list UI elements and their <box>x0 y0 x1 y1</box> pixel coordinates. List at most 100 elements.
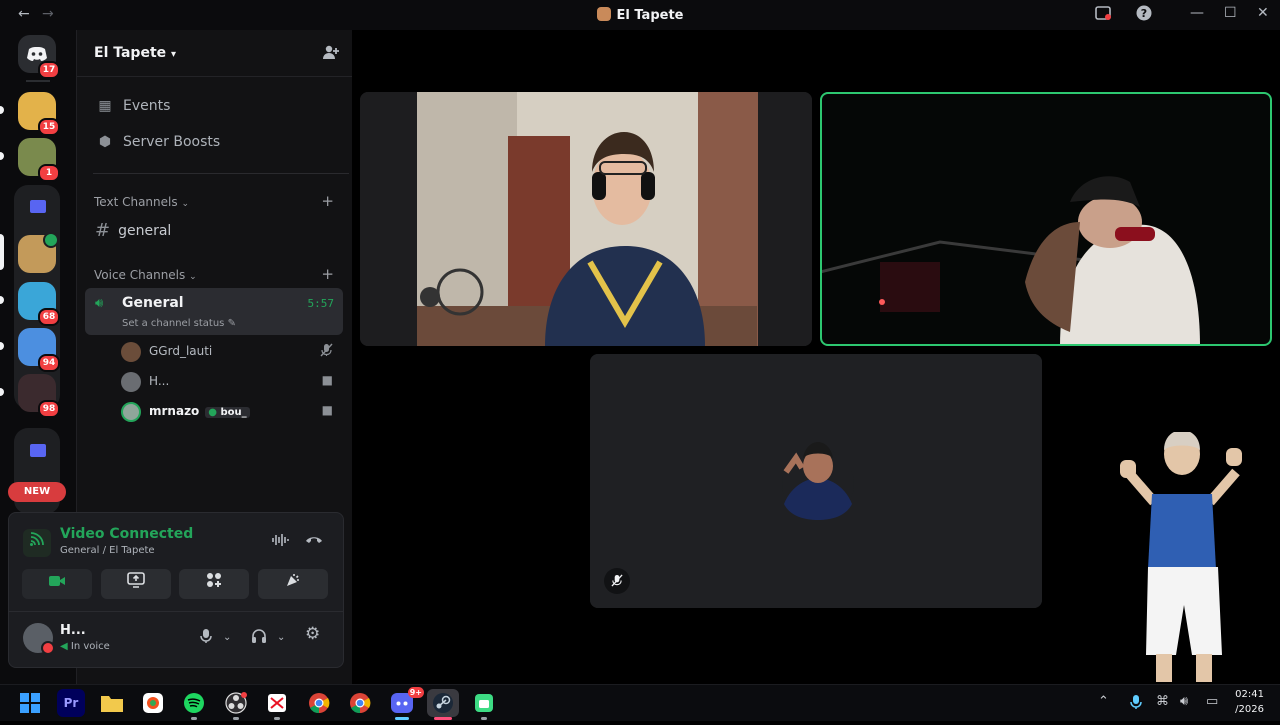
new-badge[interactable]: NEW <box>8 482 66 502</box>
avatar <box>121 342 141 362</box>
obs-app[interactable] <box>222 689 250 720</box>
dnd-status-icon <box>41 641 55 655</box>
voice-user-name: mrnazo ● bou_ <box>149 404 250 418</box>
direct-messages-button[interactable]: 17 <box>18 35 60 79</box>
microphone-icon[interactable] <box>199 628 213 648</box>
video-tile-left[interactable] <box>360 92 812 346</box>
server-4[interactable]: 68 <box>18 282 60 326</box>
activities-button[interactable] <box>179 569 249 599</box>
premiere-icon: Pr <box>63 696 79 710</box>
video-icon: ■ <box>321 373 333 387</box>
help-icon[interactable]: ? <box>1136 5 1152 25</box>
server-name-text: El Tapete <box>94 45 167 61</box>
user-status-text: In voice <box>70 641 110 652</box>
user-name[interactable]: H... <box>60 623 86 638</box>
chrome-icon <box>309 693 330 714</box>
voice-user-name-text: mrnazo <box>149 404 200 418</box>
text-category-label: Text Channels <box>94 195 178 209</box>
muted-icon <box>320 343 333 360</box>
android-app[interactable] <box>470 689 498 720</box>
server-header[interactable]: El Tapete ▾ <box>77 30 352 77</box>
maximize-button[interactable]: ☐ <box>1224 5 1237 21</box>
network-icon[interactable]: ⌘ <box>1156 694 1169 709</box>
divider <box>9 611 343 612</box>
steam-app[interactable] <box>427 689 459 720</box>
clock-time: 02:41 <box>1235 689 1264 700</box>
voice-user[interactable]: H... ■ <box>121 371 341 393</box>
system-clock[interactable]: 02:41 /2026 <box>1235 687 1264 717</box>
server-badge: 98 <box>38 400 60 418</box>
speaker-icon: ◀︎ <box>60 641 68 652</box>
obs-icon <box>225 692 247 714</box>
close-button[interactable]: ✕ <box>1257 5 1269 21</box>
dm-badge: 17 <box>38 61 60 79</box>
dancing-character-overlay <box>1120 432 1242 682</box>
volume-icon[interactable]: 🔊︎ <box>1180 694 1188 709</box>
camera-button[interactable] <box>22 569 92 599</box>
android-icon <box>475 694 493 712</box>
voice-category-label: Voice Channels <box>94 268 186 282</box>
events-item[interactable]: ▦ Events <box>95 98 170 114</box>
server-3[interactable] <box>18 232 59 273</box>
server-badge: 94 <box>38 354 60 372</box>
server-2[interactable]: 1 <box>18 138 60 182</box>
connection-location[interactable]: General / El Tapete <box>60 545 155 556</box>
speaker-icon: 🔊︎ <box>95 296 104 311</box>
inbox-icon[interactable] <box>1095 5 1111 25</box>
chevron-up-icon[interactable]: ⌃ <box>1098 694 1109 709</box>
server-5[interactable]: 94 <box>18 328 60 372</box>
chrome-icon <box>350 693 371 714</box>
video-tile-avatar[interactable] <box>590 354 1042 608</box>
avatar-image <box>590 354 1042 608</box>
boost-icon: ⬢ <box>98 134 112 150</box>
settings-gear-icon[interactable]: ⚙︎ <box>305 624 320 644</box>
chevron-down-icon[interactable]: ⌄ <box>277 632 285 643</box>
user-avatar[interactable] <box>23 623 55 655</box>
photos-app[interactable] <box>139 689 167 717</box>
clock-date: /2026 <box>1235 704 1264 715</box>
server-badge: 15 <box>38 118 60 136</box>
discord-app[interactable]: 9+ <box>388 687 424 720</box>
battery-icon[interactable]: ▭ <box>1206 694 1218 709</box>
snipping-app[interactable] <box>263 689 291 720</box>
video-tile-right[interactable] <box>820 92 1272 346</box>
signal-icon[interactable] <box>23 529 51 557</box>
voice-user[interactable]: GGrd_lauti <box>121 341 341 363</box>
microphone-tray-icon[interactable] <box>1130 694 1142 714</box>
chrome-app-1[interactable] <box>305 689 333 717</box>
premiere-app[interactable]: Pr <box>57 689 85 717</box>
add-member-icon[interactable] <box>322 44 340 64</box>
spotify-app[interactable] <box>180 689 208 720</box>
window-title: El Tapete <box>0 7 1280 23</box>
minimize-button[interactable]: — <box>1190 5 1204 21</box>
disconnect-icon[interactable] <box>305 532 323 550</box>
soundboard-icon <box>287 574 299 586</box>
voice-user[interactable]: mrnazo ● bou_ ■ <box>121 401 341 423</box>
unread-indicator <box>0 296 4 304</box>
channel-general[interactable]: # general <box>95 220 171 241</box>
steam-icon <box>433 693 453 713</box>
server-boosts-item[interactable]: ⬢ Server Boosts <box>95 134 220 150</box>
server-1[interactable]: 15 <box>18 92 60 136</box>
channel-status[interactable]: Set a channel status ✎ <box>122 318 236 329</box>
server-6[interactable]: 98 <box>18 374 60 418</box>
text-channels-category[interactable]: Text Channels ⌄ <box>94 195 189 209</box>
soundboard-button[interactable] <box>258 569 328 599</box>
pencil-icon: ✎ <box>227 318 236 329</box>
connection-status: Video Connected <box>60 526 194 542</box>
start-button[interactable] <box>16 689 44 717</box>
add-text-channel-icon[interactable]: + <box>321 192 334 210</box>
divider <box>93 173 349 174</box>
hash-icon: # <box>95 220 111 241</box>
voice-channels-category[interactable]: Voice Channels ⌄ <box>94 268 197 282</box>
share-screen-button[interactable] <box>101 569 171 599</box>
file-explorer-app[interactable] <box>98 689 126 717</box>
voice-channel-general[interactable]: 🔊︎ General 5:57 Set a channel status ✎ <box>85 288 343 335</box>
chevron-down-icon[interactable]: ⌄ <box>223 632 231 643</box>
headphones-icon[interactable] <box>251 628 267 648</box>
taskbar: Pr 9+ ⌃ ⌘ 🔊︎ ▭ 02:41 /2026 <box>0 684 1280 721</box>
chrome-app-2[interactable] <box>346 689 374 717</box>
add-voice-channel-icon[interactable]: + <box>321 265 334 283</box>
noise-suppression-icon[interactable] <box>271 532 289 552</box>
server-badge: 68 <box>38 308 60 326</box>
